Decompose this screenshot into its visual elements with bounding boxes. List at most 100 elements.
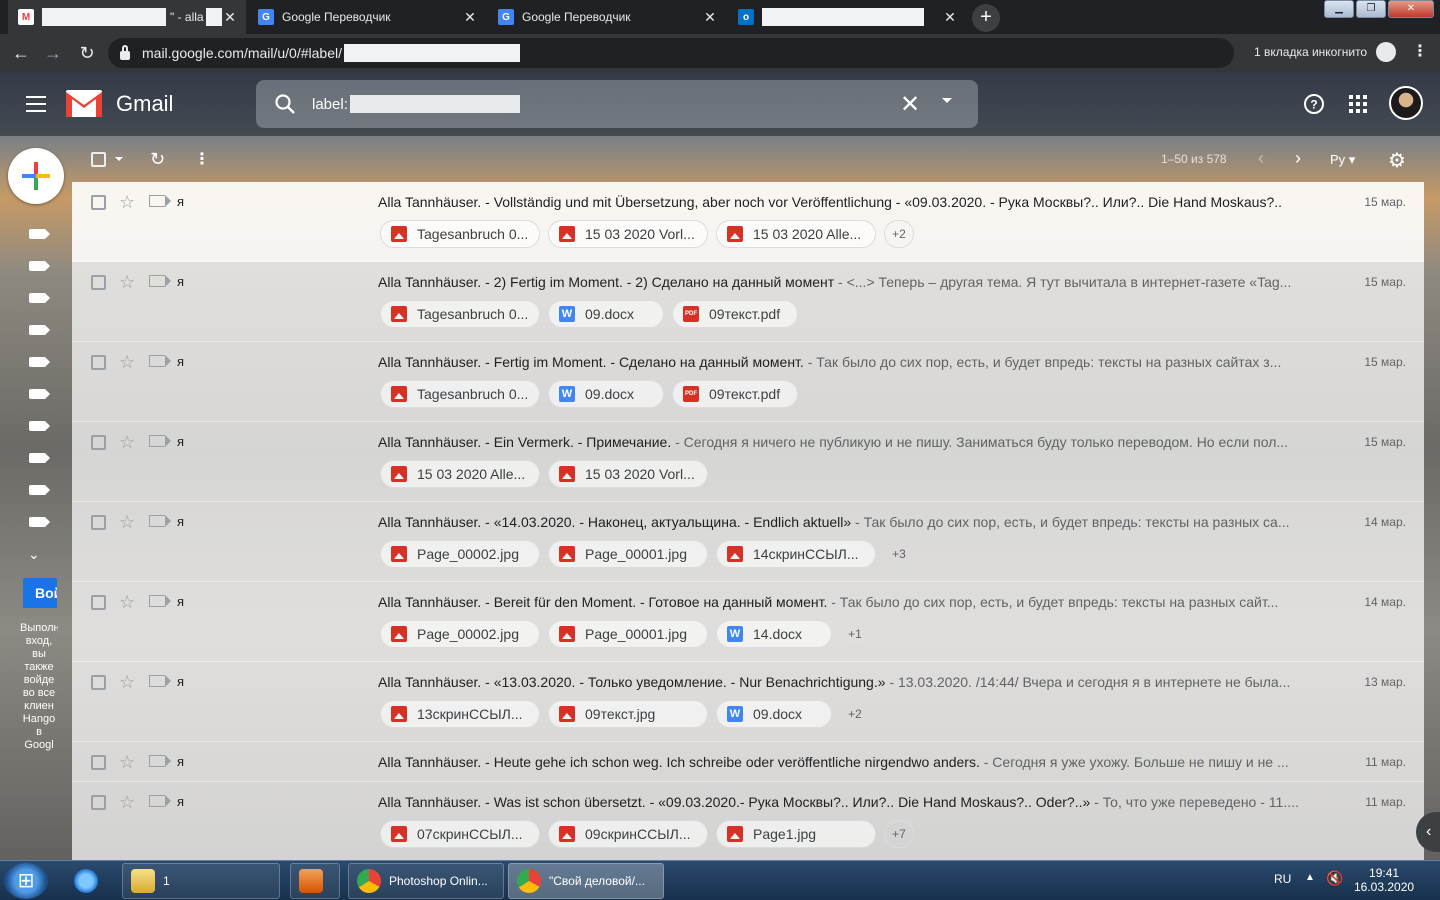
attachment-chip[interactable]: W 14.docx (716, 620, 832, 648)
back-button[interactable]: ← (10, 42, 32, 64)
expand-more-icon[interactable]: ⌄ (28, 546, 40, 563)
taskbar-item-chrome-active[interactable]: "Свой деловой/... (508, 863, 664, 899)
star-icon[interactable]: ☆ (119, 512, 135, 533)
row-checkbox[interactable] (91, 355, 106, 370)
volume-muted-icon[interactable]: 🔇 (1326, 870, 1343, 887)
label-icon[interactable] (29, 453, 50, 463)
more-attachments-badge[interactable]: +3 (884, 540, 914, 568)
label-icon[interactable] (29, 293, 50, 303)
tab-outlook[interactable]: o ✕ (728, 0, 966, 34)
importance-marker-icon[interactable] (149, 755, 171, 767)
row-checkbox[interactable] (91, 675, 106, 690)
close-icon[interactable]: ✕ (702, 9, 718, 25)
taskbar-item-explorer[interactable]: 1 (122, 863, 280, 899)
settings-gear-icon[interactable]: ⚙ (1388, 148, 1406, 173)
start-button[interactable]: ⊞ (4, 863, 48, 899)
star-icon[interactable]: ☆ (119, 752, 135, 773)
browser-menu-icon[interactable]: ⋮ (1412, 42, 1428, 62)
close-icon[interactable]: ✕ (222, 9, 238, 25)
star-icon[interactable]: ☆ (119, 672, 135, 693)
attachment-chip[interactable]: 15 03 2020 Vorl... (548, 220, 708, 248)
new-tab-button[interactable]: + (972, 4, 1000, 32)
attachment-chip[interactable]: Page_00001.jpg (548, 540, 708, 568)
tab-gmail[interactable]: M " - alla ✕ (8, 0, 246, 34)
attachment-chip[interactable]: Page_00001.jpg (548, 620, 708, 648)
message-row[interactable]: ☆ я Alla Tannhäuser. - 2) Fertig im Moment… (72, 262, 1424, 342)
taskbar-item-media[interactable] (290, 863, 340, 899)
older-page-icon[interactable]: › (1295, 148, 1301, 169)
select-options-icon[interactable] (115, 157, 123, 161)
message-row[interactable]: ☆ я Alla Tannhäuser. - Vollständig und mit… (72, 182, 1424, 262)
attachment-chip[interactable]: Page1.jpg (716, 820, 876, 848)
attachment-chip[interactable]: 14скринССЫЛ... (716, 540, 876, 568)
taskbar-item-chrome-photoshop[interactable]: Photoshop Onlin... (348, 863, 504, 899)
search-icon[interactable] (274, 93, 296, 115)
importance-marker-icon[interactable] (149, 195, 171, 207)
label-icon[interactable] (29, 325, 50, 335)
maximize-button[interactable]: ❐ (1356, 0, 1386, 18)
attachment-chip[interactable]: 15 03 2020 Vorl... (548, 460, 708, 488)
more-attachments-badge[interactable]: +1 (840, 620, 870, 648)
attachment-chip[interactable]: Tagesanbruch 0... (380, 300, 540, 328)
message-row[interactable]: ☆ я Alla Tannhäuser. - Bereit für den Mome… (72, 582, 1424, 662)
label-icon[interactable] (29, 389, 50, 399)
newer-page-icon[interactable]: ‹ (1258, 148, 1264, 169)
more-attachments-badge[interactable]: +2 (840, 700, 870, 728)
search-options-icon[interactable] (942, 98, 952, 103)
label-icon[interactable] (29, 485, 50, 495)
attachment-chip[interactable]: 09скринССЫЛ... (548, 820, 708, 848)
clear-search-icon[interactable]: ✕ (900, 90, 920, 119)
main-menu-icon[interactable] (26, 96, 46, 112)
message-row[interactable]: ☆ я Alla Tannhäuser. - Was ist schon übers… (72, 782, 1424, 860)
label-icon[interactable] (29, 357, 50, 367)
address-bar[interactable]: mail.google.com/mail/u/0/#label/ (108, 38, 1234, 68)
importance-marker-icon[interactable] (149, 675, 171, 687)
attachment-chip[interactable]: W 09.docx (548, 380, 664, 408)
taskbar-item-ie[interactable] (66, 863, 116, 899)
tab-translate[interactable]: G Google Переводчик ✕ (488, 0, 726, 34)
minimize-button[interactable]: ▁ (1324, 0, 1354, 18)
compose-button[interactable] (8, 148, 64, 204)
tab-translate[interactable]: G Google Переводчик ✕ (248, 0, 486, 34)
apps-grid-icon[interactable] (1349, 95, 1367, 113)
attachment-chip[interactable]: 13скринССЫЛ... (380, 700, 540, 728)
attachment-chip[interactable]: 15 03 2020 Alle... (380, 460, 540, 488)
row-checkbox[interactable] (91, 515, 106, 530)
search-bar[interactable]: label: ✕ (256, 80, 978, 128)
row-checkbox[interactable] (91, 195, 106, 210)
system-clock[interactable]: 19:41 16.03.2020 (1354, 866, 1414, 894)
hangouts-signin-button[interactable]: Вой (23, 578, 57, 608)
row-checkbox[interactable] (91, 595, 106, 610)
window-close-button[interactable]: ✕ (1388, 0, 1434, 18)
attachment-chip[interactable]: Page_00002.jpg (380, 620, 540, 648)
message-row[interactable]: ☆ я Alla Tannhäuser. - Fertig im Moment. -… (72, 342, 1424, 422)
close-icon[interactable]: ✕ (462, 9, 478, 25)
label-icon[interactable] (29, 229, 50, 239)
reload-button[interactable]: ↻ (76, 42, 98, 64)
row-checkbox[interactable] (91, 435, 106, 450)
attachment-chip[interactable]: PDF 09текст.pdf (672, 300, 798, 328)
importance-marker-icon[interactable] (149, 595, 171, 607)
attachment-chip[interactable]: PDF 09текст.pdf (672, 380, 798, 408)
more-options-icon[interactable]: ⋮ (194, 149, 210, 169)
help-icon[interactable]: ? (1303, 93, 1325, 115)
more-attachments-badge[interactable]: +2 (884, 220, 914, 248)
message-row[interactable]: ☆ я Alla Tannhäuser. - Heute gehe ich scho… (72, 742, 1424, 782)
attachment-chip[interactable]: 15 03 2020 Alle... (716, 220, 876, 248)
attachment-chip[interactable]: Tagesanbruch 0... (380, 220, 540, 248)
refresh-icon[interactable]: ↻ (150, 149, 165, 170)
importance-marker-icon[interactable] (149, 355, 171, 367)
attachment-chip[interactable]: W 09.docx (548, 300, 664, 328)
show-hidden-icons-icon[interactable]: ▲ (1305, 872, 1315, 883)
label-icon[interactable] (29, 261, 50, 271)
attachment-chip[interactable]: 07скринССЫЛ... (380, 820, 540, 848)
forward-button[interactable]: → (42, 42, 64, 64)
importance-marker-icon[interactable] (149, 515, 171, 527)
message-row[interactable]: ☆ я Alla Tannhäuser. - Ein Vermerk. - Прим… (72, 422, 1424, 502)
importance-marker-icon[interactable] (149, 795, 171, 807)
incognito-icon[interactable] (1376, 42, 1396, 62)
star-icon[interactable]: ☆ (119, 352, 135, 373)
star-icon[interactable]: ☆ (119, 592, 135, 613)
close-icon[interactable]: ✕ (942, 9, 958, 25)
star-icon[interactable]: ☆ (119, 272, 135, 293)
